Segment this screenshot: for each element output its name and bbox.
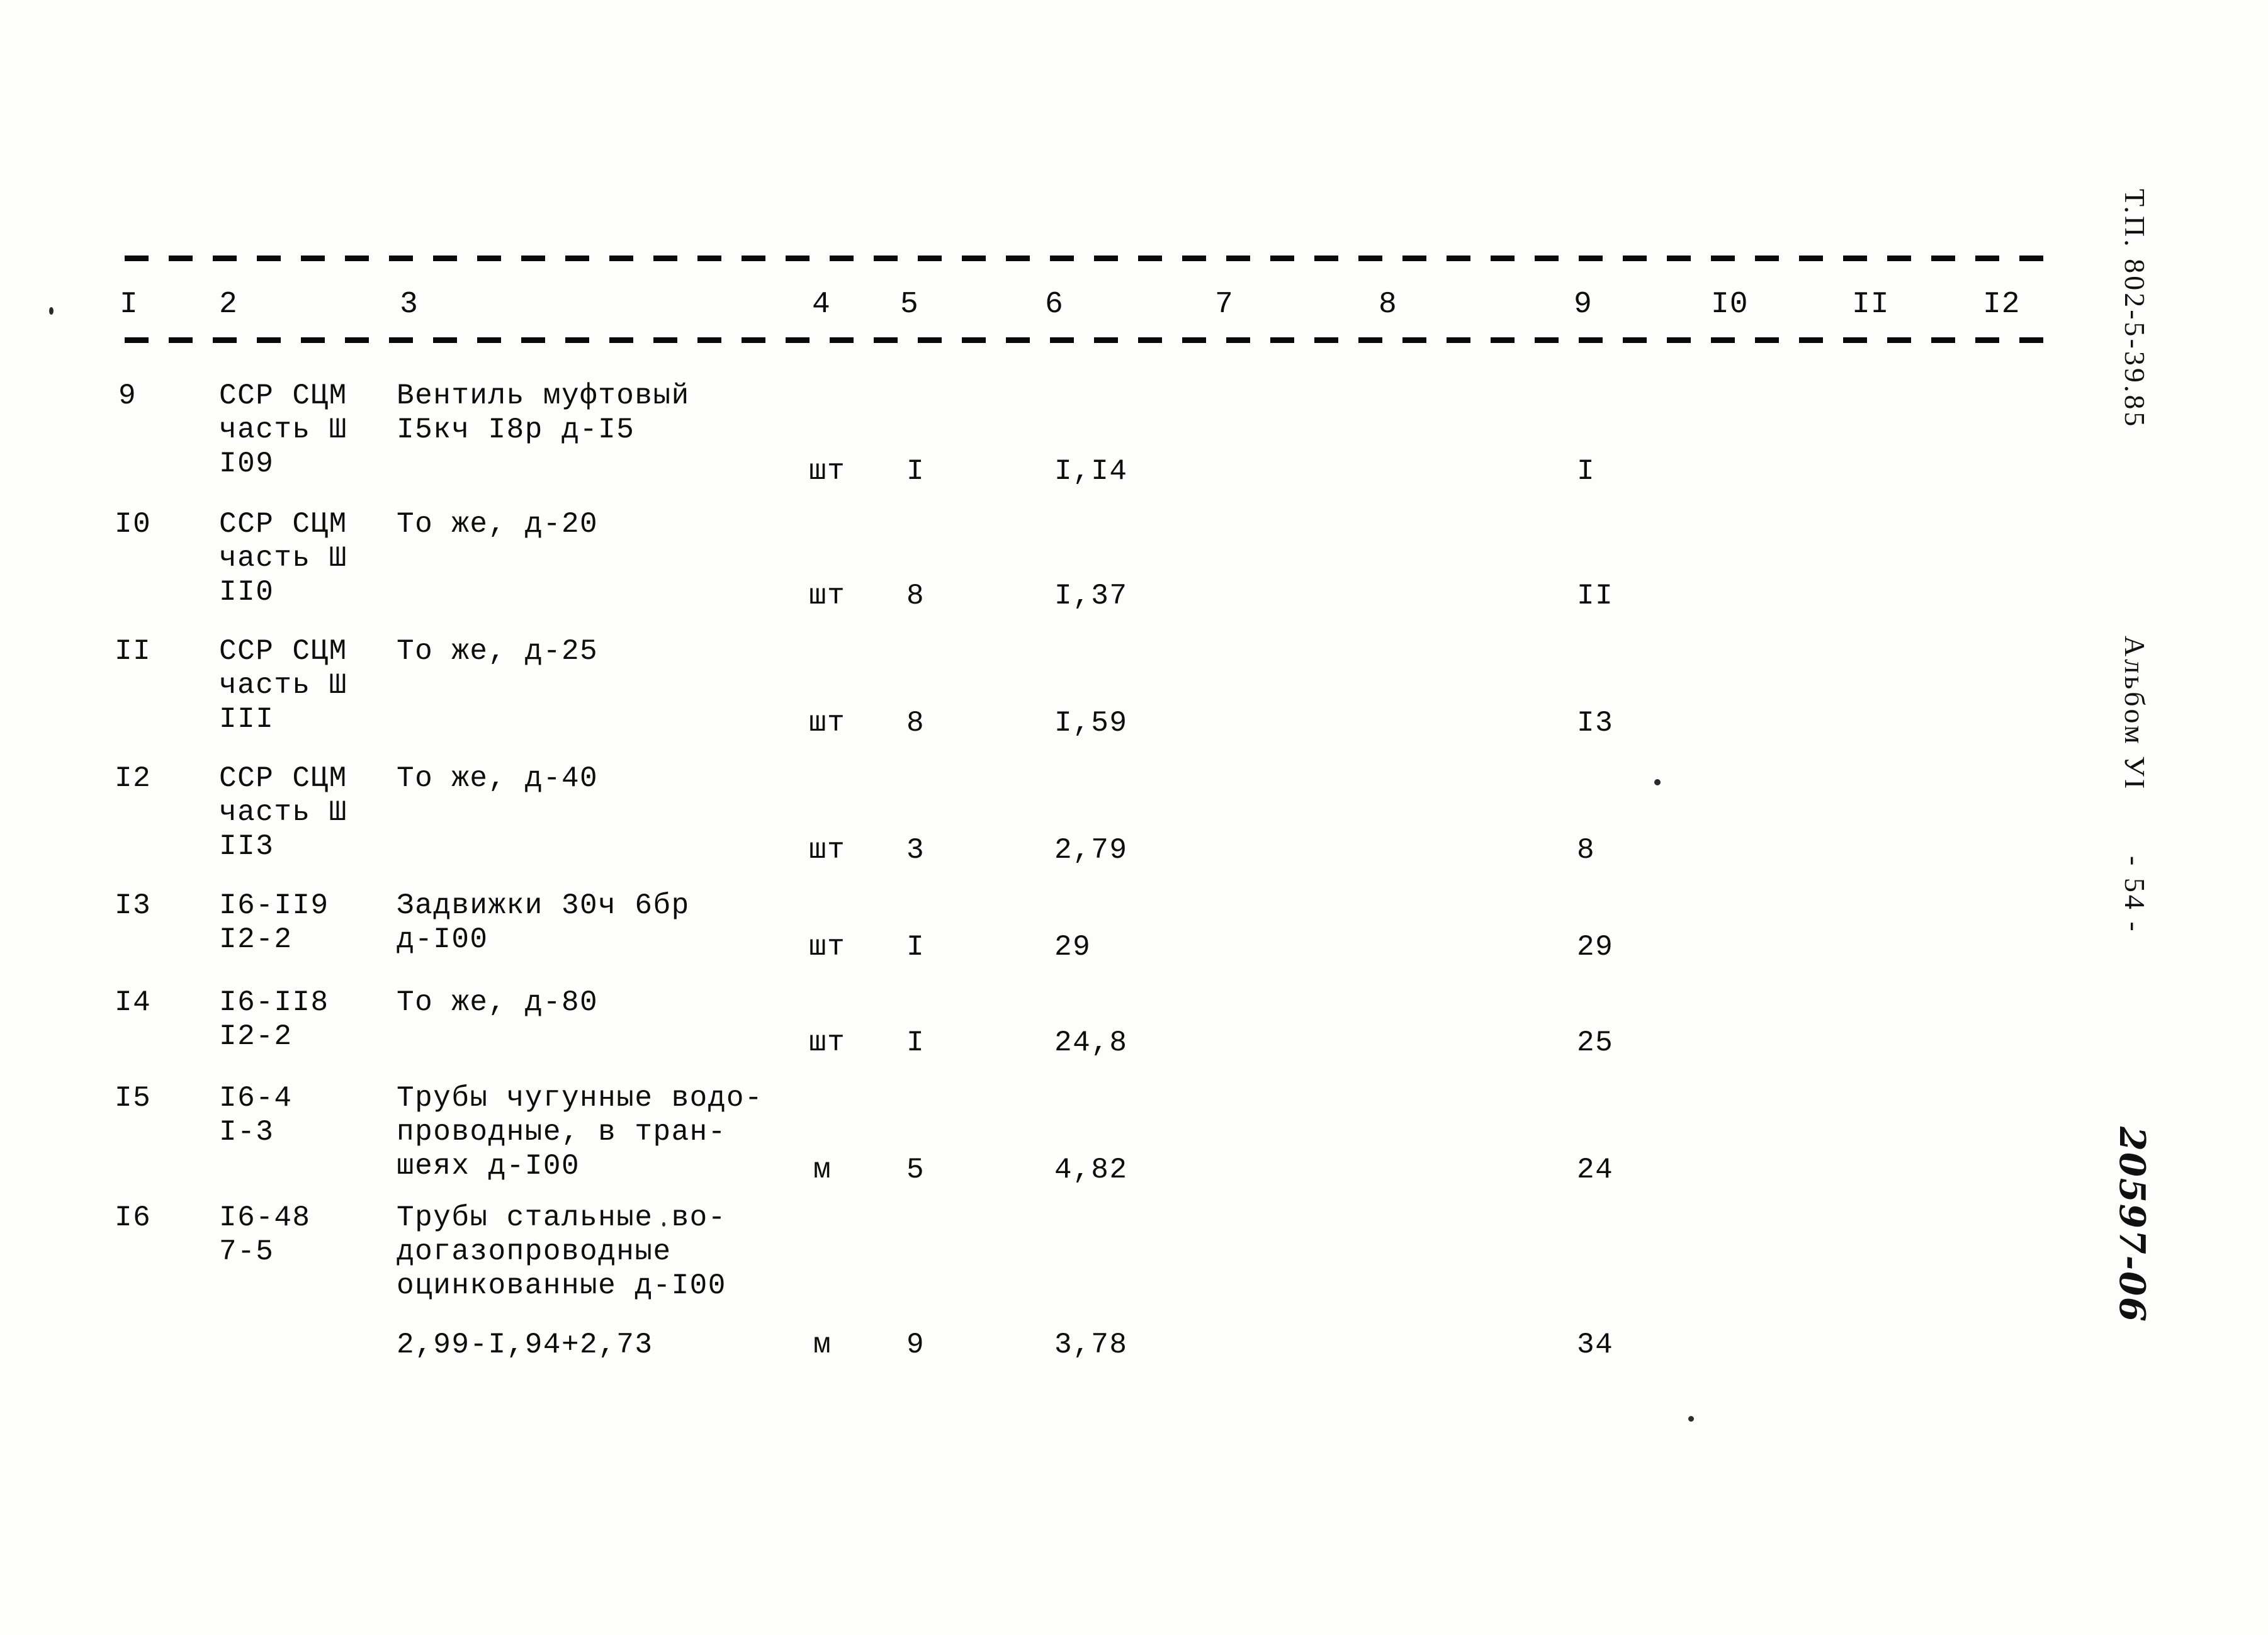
row-15-col-3-line3: шеях д-I00 (397, 1150, 580, 1183)
row-16-col-1: I6 (115, 1201, 152, 1234)
row-13-col-9: 29 (1577, 931, 1614, 964)
row-11-col-2-line3: III (219, 703, 274, 736)
scan-speck (662, 1222, 665, 1227)
row-13-col-4: шт (809, 931, 846, 964)
row-9-col-3-line1: Вентиль муфтовый (397, 379, 690, 412)
row-16-col-5: 9 (906, 1329, 925, 1361)
row-9-col-1: 9 (118, 379, 137, 412)
row-14-col-5: I (906, 1026, 925, 1059)
row-16-col-4: м (813, 1329, 832, 1361)
row-10-col-2-line3: II0 (219, 576, 274, 609)
row-11-col-3-line1: То же, д-25 (397, 635, 599, 668)
row-14-col-3-line1: То же, д-80 (397, 986, 599, 1019)
row-9-col-2-line3: I09 (219, 447, 274, 480)
row-11-col-2-line2: часть Ш (219, 669, 347, 702)
row-10-col-3-line1: То же, д-20 (397, 508, 599, 541)
row-16-col-3-line3: оцинкованные д-I00 (397, 1269, 726, 1302)
column-header-4: 4 (812, 288, 831, 322)
row-14-col-2-line1: I6-II8 (219, 986, 329, 1019)
row-16-col-2-line1: I6-48 (219, 1201, 311, 1234)
row-14-col-9: 25 (1577, 1026, 1614, 1059)
scan-speck (1654, 779, 1661, 785)
margin-stamp-project-code: Т.П. 802-5-39.85 (2119, 189, 2151, 429)
row-15-col-3-line1: Трубы чугунные водо- (397, 1082, 764, 1115)
margin-stamp-album: Альбом УI (2119, 636, 2151, 792)
row-11-col-1: II (115, 635, 152, 668)
row-11-col-5: 8 (906, 707, 925, 739)
row-13-col-3-line1: Задвижки 30ч 6бр (397, 889, 690, 922)
row-15-col-6: 4,82 (1054, 1154, 1128, 1186)
row-9-col-3-line2: I5кч I8р д-I5 (397, 413, 635, 446)
row-12-col-2-line3: II3 (219, 830, 274, 863)
column-header-6: 6 (1045, 288, 1064, 322)
row-11-col-6: I,59 (1054, 707, 1128, 739)
row-12-col-2-line2: часть Ш (219, 796, 347, 829)
row-13-col-3-line2: д-I00 (397, 923, 488, 956)
row-15-col-3-line2: проводные, в тран- (397, 1116, 726, 1149)
row-15-col-9: 24 (1577, 1154, 1614, 1186)
table-header-dashed-rule (125, 337, 2063, 343)
row-10-col-2-line1: ССР СЦМ (219, 508, 347, 541)
row-14-col-2-line2: I2-2 (219, 1020, 293, 1053)
row-12-col-9: 8 (1577, 834, 1596, 867)
column-header-8: 8 (1379, 288, 1397, 322)
row-16-col-6: 3,78 (1054, 1329, 1128, 1361)
row-15-col-2-line1: I6-4 (219, 1082, 293, 1115)
row-10-col-5: 8 (906, 580, 925, 612)
column-header-2: 2 (219, 288, 238, 322)
row-11-col-2-line1: ССР СЦМ (219, 635, 347, 668)
column-header-3: 3 (400, 288, 419, 322)
row-12-col-4: шт (809, 834, 846, 867)
scan-speck (1688, 1416, 1694, 1422)
row-16-col-9: 34 (1577, 1329, 1614, 1361)
row-15-col-4: м (813, 1154, 832, 1186)
margin-stamp-page-number: - 54 - (2119, 856, 2151, 934)
row-10-col-2-line2: часть Ш (219, 542, 347, 575)
column-header-10: I0 (1711, 288, 1749, 322)
row-10-col-1: I0 (115, 508, 152, 541)
row-14-col-6: 24,8 (1054, 1026, 1128, 1059)
column-header-11: II (1852, 288, 1890, 322)
column-header-1: I (120, 288, 138, 322)
row-11-col-9: I3 (1577, 707, 1614, 739)
table-top-dashed-rule (125, 256, 2063, 261)
scanned-document-page: I 2 3 4 5 6 7 8 9 I0 II I2 9 ССР СЦМ час… (0, 0, 2268, 1635)
row-15-col-2-line2: I-3 (219, 1116, 274, 1149)
row-13-col-1: I3 (115, 889, 152, 922)
row-12-col-2-line1: ССР СЦМ (219, 762, 347, 795)
row-16-col-3-formula: 2,99-I,94+2,73 (397, 1329, 653, 1361)
row-16-col-3-line1: Трубы стальные во- (397, 1201, 726, 1234)
row-16-col-3-line2: догазопроводные (397, 1235, 672, 1268)
row-9-col-9: I (1577, 455, 1596, 488)
row-12-col-3-line1: То же, д-40 (397, 762, 599, 795)
column-header-7: 7 (1215, 288, 1234, 322)
row-12-col-6: 2,79 (1054, 834, 1128, 867)
row-15-col-1: I5 (115, 1082, 152, 1115)
row-11-col-4: шт (809, 707, 846, 739)
margin-stamp-archive-number: 20597-06 (2111, 1127, 2153, 1323)
column-header-12: I2 (1983, 288, 2021, 322)
row-9-col-2-line2: часть Ш (219, 413, 347, 446)
column-header-5: 5 (900, 288, 919, 322)
row-15-col-5: 5 (906, 1154, 925, 1186)
row-14-col-1: I4 (115, 986, 152, 1019)
row-12-col-5: 3 (906, 834, 925, 867)
row-12-col-1: I2 (115, 762, 152, 795)
column-header-9: 9 (1574, 288, 1593, 322)
row-9-col-5: I (906, 455, 925, 488)
row-13-col-2-line1: I6-II9 (219, 889, 329, 922)
row-13-col-5: I (906, 931, 925, 964)
row-9-col-6: I,I4 (1054, 455, 1128, 488)
row-10-col-4: шт (809, 580, 846, 612)
row-16-col-2-line2: 7-5 (219, 1235, 274, 1268)
row-9-col-4: шт (809, 455, 846, 488)
scan-speck (49, 307, 54, 315)
row-10-col-9: II (1577, 580, 1614, 612)
row-13-col-6: 29 (1054, 931, 1092, 964)
row-10-col-6: I,37 (1054, 580, 1128, 612)
row-14-col-4: шт (809, 1026, 846, 1059)
row-13-col-2-line2: I2-2 (219, 923, 293, 956)
row-9-col-2-line1: ССР СЦМ (219, 379, 347, 412)
